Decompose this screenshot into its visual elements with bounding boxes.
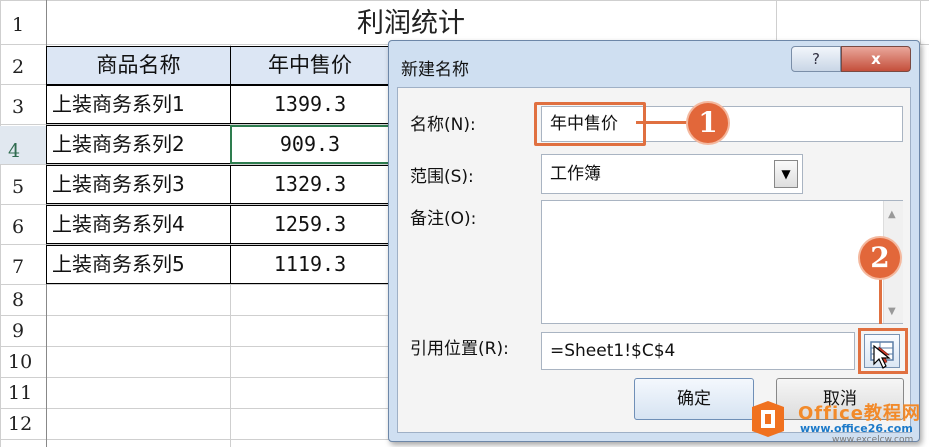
close-icon: x	[871, 50, 881, 68]
row-number[interactable]: 2	[4, 56, 44, 78]
row-number[interactable]: 10	[4, 351, 44, 373]
gridline	[0, 408, 390, 409]
callout-connector	[879, 278, 882, 324]
watermark-site: www.office26.com	[800, 422, 913, 435]
scroll-down-arrow-icon[interactable]: ▼	[888, 306, 896, 317]
gridline	[0, 284, 390, 285]
product-cell[interactable]: 上装商务系列3	[46, 165, 231, 204]
price-cell[interactable]: 1399.3	[230, 85, 390, 124]
office-logo-icon	[752, 401, 784, 437]
gridline	[776, 0, 777, 44]
row-number[interactable]: 12	[4, 413, 44, 435]
row-number[interactable]: 3	[4, 96, 44, 118]
scroll-up-arrow-icon[interactable]: ▲	[888, 209, 896, 220]
dropdown-arrow-icon[interactable]: ▼	[774, 160, 798, 188]
gridline	[0, 346, 390, 347]
scope-label: 范围(S):	[410, 167, 474, 187]
help-icon: ?	[812, 50, 820, 68]
product-cell[interactable]: 上装商务系列2	[46, 125, 231, 164]
gridline	[0, 439, 390, 440]
gridline	[920, 0, 921, 44]
help-button[interactable]: ?	[791, 46, 841, 72]
product-cell[interactable]: 上装商务系列1	[46, 85, 231, 124]
row-number[interactable]: 11	[4, 382, 44, 404]
header-cell-product[interactable]: 商品名称	[46, 46, 231, 85]
row-number[interactable]: 9	[4, 320, 44, 342]
ref-label: 引用位置(R):	[410, 339, 509, 359]
comment-label: 备注(O):	[410, 209, 477, 229]
ok-button[interactable]: 确定	[634, 378, 754, 420]
dialog-body: 名称(N): 年中售价 范围(S): 工作簿 ▼ 备注(O): ▲ ▼ 引用位置…	[397, 87, 911, 433]
comment-textarea[interactable]	[541, 200, 903, 324]
row-number[interactable]: 7	[4, 256, 44, 278]
scope-value: 工作簿	[550, 164, 601, 184]
watermark-subsite: www.excelcw.com	[832, 435, 914, 445]
product-cell[interactable]: 上装商务系列4	[46, 205, 231, 244]
row-number[interactable]: 5	[4, 176, 44, 198]
name-label: 名称(N):	[410, 115, 476, 135]
name-highlight-box	[534, 102, 646, 146]
scope-select[interactable]: 工作簿 ▼	[541, 154, 803, 194]
product-cell[interactable]: 上装商务系列5	[46, 245, 231, 284]
row-number[interactable]: 8	[4, 289, 44, 311]
price-cell-selected[interactable]: 909.3	[230, 125, 390, 164]
row-number[interactable]: 6	[4, 216, 44, 238]
step-callout-2: 2	[860, 238, 900, 278]
new-name-dialog: 新建名称 ? x 名称(N): 年中售价 范围(S): 工作簿 ▼ 备注(O):…	[388, 40, 920, 442]
close-button[interactable]: x	[841, 46, 911, 72]
row-number[interactable]: 1	[4, 14, 44, 36]
gridline	[0, 377, 390, 378]
mouse-cursor-icon	[873, 344, 891, 369]
price-cell[interactable]: 1119.3	[230, 245, 390, 284]
step-callout-1: 1	[688, 103, 728, 143]
header-cell-price[interactable]: 年中售价	[230, 46, 390, 85]
gridline	[0, 0, 929, 1]
reference-input[interactable]: =Sheet1!$C$4	[541, 332, 855, 370]
watermark: Office教程网 www.office26.com www.excelcw.c…	[742, 395, 929, 447]
price-cell[interactable]: 1259.3	[230, 205, 390, 244]
row-number-selected[interactable]: 4	[0, 126, 46, 164]
sheet-title[interactable]: 利润统计	[46, 4, 776, 44]
price-cell[interactable]: 1329.3	[230, 165, 390, 204]
callout-connector	[636, 121, 688, 124]
dialog-title: 新建名称	[401, 60, 469, 80]
gridline	[0, 0, 1, 447]
gridline	[0, 315, 390, 316]
